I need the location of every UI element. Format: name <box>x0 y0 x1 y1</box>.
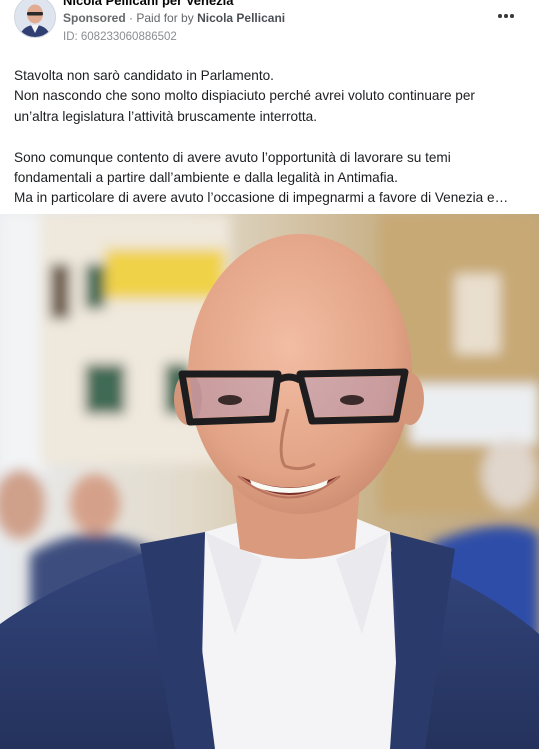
post-text-line: Sono comunque contento di avere avuto l’… <box>14 149 451 165</box>
more-horizontal-icon <box>498 14 502 18</box>
paid-for-prefix: Paid for by <box>136 11 194 25</box>
sponsored-line: Sponsored · Paid for by Nicola Pellicani <box>63 11 285 25</box>
post-text-line: Stavolta non sarò candidato in Parlament… <box>14 68 274 83</box>
ad-id: ID: 608233060886502 <box>63 31 177 43</box>
post-text-line: un’altra legislatura l’attività bruscame… <box>14 108 317 124</box>
more-dot <box>510 14 514 18</box>
post-header: Nicola Pellicani per Venezia Sponsored ·… <box>0 0 539 50</box>
post-text-line: fondamentali a partire dall’ambiente e d… <box>14 170 398 186</box>
more-options-button[interactable] <box>492 6 520 26</box>
post-text: Stavolta non sarò candidato in Parlament… <box>14 66 524 209</box>
paid-for-name[interactable]: Nicola Pellicani <box>197 11 285 25</box>
page-avatar[interactable] <box>14 0 56 38</box>
more-dot <box>504 14 508 18</box>
post-text-line: Non nascondo che sono molto dispiaciuto … <box>14 88 475 104</box>
sponsored-label[interactable]: Sponsored <box>63 11 126 25</box>
page-name-link[interactable]: Nicola Pellicani per Venezia <box>63 0 234 8</box>
post-text-line: Ma in particolare di avere avuto l’occas… <box>14 190 509 206</box>
post-photo[interactable] <box>0 214 539 749</box>
